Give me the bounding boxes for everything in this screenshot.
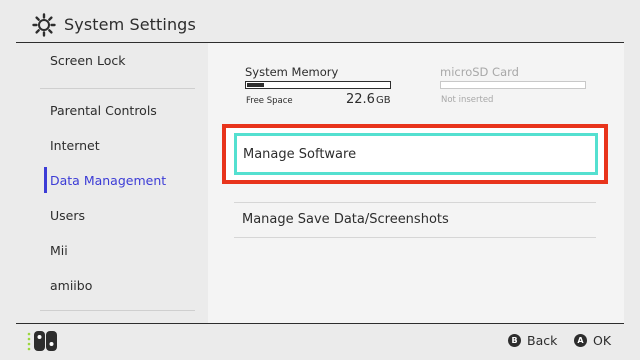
free-space-unit: GB xyxy=(375,95,391,106)
system-memory-label: System Memory xyxy=(245,65,339,79)
manage-save-data-label: Manage Save Data/Screenshots xyxy=(242,212,449,227)
microsd-label: microSD Card xyxy=(440,65,519,79)
system-memory-bar-fill xyxy=(247,83,265,87)
b-button-icon: B xyxy=(508,334,521,347)
microsd-bar xyxy=(440,81,586,89)
sidebar-divider xyxy=(40,310,195,311)
free-space-number: 22.6 xyxy=(346,92,375,107)
free-space-label: Free Space xyxy=(246,96,293,106)
free-space-value: 22.6GB xyxy=(346,92,391,107)
sidebar-item-data-management[interactable]: Data Management xyxy=(50,173,166,188)
gear-icon xyxy=(32,13,56,37)
ok-label: OK xyxy=(593,333,612,348)
sidebar-divider xyxy=(40,88,195,89)
sidebar-item-users[interactable]: Users xyxy=(50,208,85,223)
system-memory-bar xyxy=(245,81,391,89)
page-title: System Settings xyxy=(64,15,196,34)
sidebar-item-amiibo[interactable]: amiibo xyxy=(50,278,92,293)
sidebar-item-mii[interactable]: Mii xyxy=(50,243,68,258)
sidebar-item-screen-lock[interactable]: Screen Lock xyxy=(50,53,125,68)
a-button-icon: A xyxy=(574,334,587,347)
sidebar-item-parental-controls[interactable]: Parental Controls xyxy=(50,103,157,118)
manage-save-data-button[interactable]: Manage Save Data/Screenshots xyxy=(234,203,596,237)
back-button[interactable]: B Back xyxy=(508,333,557,348)
back-label: Back xyxy=(527,333,558,348)
manage-software-button[interactable]: Manage Software xyxy=(234,133,598,175)
row-divider xyxy=(234,237,596,238)
sidebar-active-indicator xyxy=(44,167,47,193)
ok-button[interactable]: A OK xyxy=(574,333,611,348)
manage-software-label: Manage Software xyxy=(243,147,357,162)
microsd-status: Not inserted xyxy=(441,95,494,105)
joycon-controller-icon xyxy=(27,331,57,351)
sidebar-item-internet[interactable]: Internet xyxy=(50,138,100,153)
